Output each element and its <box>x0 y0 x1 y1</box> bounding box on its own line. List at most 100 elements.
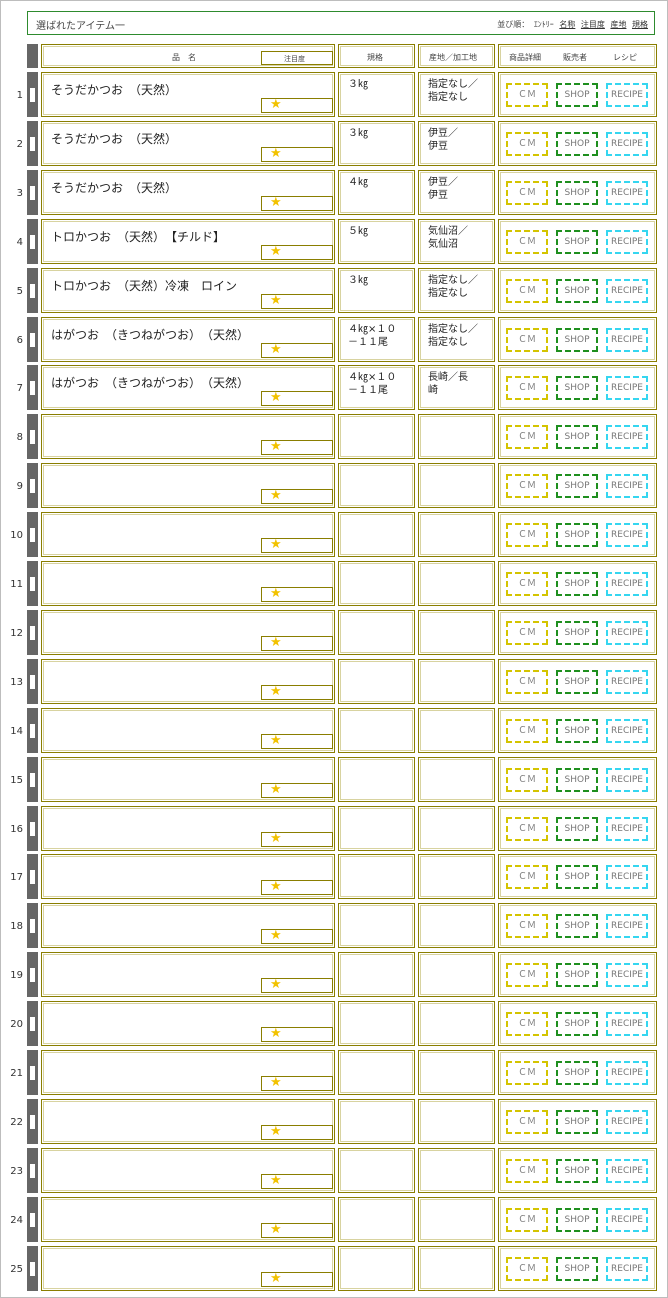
shop-button[interactable]: SHOP <box>556 83 598 107</box>
shop-button[interactable]: SHOP <box>556 523 598 547</box>
row-drag-handle[interactable] <box>27 317 38 362</box>
recipe-button[interactable]: RECIPE <box>606 279 648 303</box>
row-drag-handle[interactable] <box>27 659 38 704</box>
recipe-button[interactable]: RECIPE <box>606 621 648 645</box>
attention-rating[interactable]: ★ <box>261 439 333 455</box>
attention-rating[interactable]: ★ <box>261 635 333 651</box>
cm-button[interactable]: ＣＭ <box>506 670 548 694</box>
cm-button[interactable]: ＣＭ <box>506 83 548 107</box>
shop-button[interactable]: SHOP <box>556 963 598 987</box>
attention-rating[interactable]: ★ <box>261 293 333 309</box>
sort-by-name-link[interactable]: 名称 <box>559 20 575 29</box>
shop-button[interactable]: SHOP <box>556 279 598 303</box>
cm-button[interactable]: ＣＭ <box>506 376 548 400</box>
shop-button[interactable]: SHOP <box>556 425 598 449</box>
cm-button[interactable]: ＣＭ <box>506 768 548 792</box>
recipe-button[interactable]: RECIPE <box>606 1257 648 1281</box>
attention-rating[interactable]: ★ <box>261 244 333 260</box>
row-drag-handle[interactable] <box>27 1050 38 1095</box>
shop-button[interactable]: SHOP <box>556 132 598 156</box>
shop-button[interactable]: SHOP <box>556 817 598 841</box>
shop-button[interactable]: SHOP <box>556 1159 598 1183</box>
shop-button[interactable]: SHOP <box>556 670 598 694</box>
shop-button[interactable]: SHOP <box>556 474 598 498</box>
sort-by-attention-link[interactable]: 注目度 <box>581 20 605 29</box>
recipe-button[interactable]: RECIPE <box>606 963 648 987</box>
row-drag-handle[interactable] <box>27 463 38 508</box>
shop-button[interactable]: SHOP <box>556 719 598 743</box>
attention-rating[interactable]: ★ <box>261 831 333 847</box>
row-drag-handle[interactable] <box>27 512 38 557</box>
row-drag-handle[interactable] <box>27 170 38 215</box>
recipe-button[interactable]: RECIPE <box>606 474 648 498</box>
sort-by-spec-link[interactable]: 規格 <box>632 20 648 29</box>
row-drag-handle[interactable] <box>27 1148 38 1193</box>
cm-button[interactable]: ＣＭ <box>506 279 548 303</box>
recipe-button[interactable]: RECIPE <box>606 181 648 205</box>
shop-button[interactable]: SHOP <box>556 768 598 792</box>
shop-button[interactable]: SHOP <box>556 914 598 938</box>
attention-rating[interactable]: ★ <box>261 1075 333 1091</box>
row-drag-handle[interactable] <box>27 72 38 117</box>
cm-button[interactable]: ＣＭ <box>506 1110 548 1134</box>
row-drag-handle[interactable] <box>27 708 38 753</box>
cm-button[interactable]: ＣＭ <box>506 474 548 498</box>
cm-button[interactable]: ＣＭ <box>506 230 548 254</box>
cm-button[interactable]: ＣＭ <box>506 621 548 645</box>
row-drag-handle[interactable] <box>27 1001 38 1046</box>
cm-button[interactable]: ＣＭ <box>506 132 548 156</box>
shop-button[interactable]: SHOP <box>556 328 598 352</box>
row-drag-handle[interactable] <box>27 757 38 802</box>
recipe-button[interactable]: RECIPE <box>606 523 648 547</box>
recipe-button[interactable]: RECIPE <box>606 376 648 400</box>
attention-rating[interactable]: ★ <box>261 1222 333 1238</box>
shop-button[interactable]: SHOP <box>556 621 598 645</box>
recipe-button[interactable]: RECIPE <box>606 1159 648 1183</box>
cm-button[interactable]: ＣＭ <box>506 1257 548 1281</box>
row-drag-handle[interactable] <box>27 365 38 410</box>
attention-rating[interactable]: ★ <box>261 586 333 602</box>
attention-rating[interactable]: ★ <box>261 390 333 406</box>
cm-button[interactable]: ＣＭ <box>506 1061 548 1085</box>
recipe-button[interactable]: RECIPE <box>606 425 648 449</box>
attention-rating[interactable]: ★ <box>261 1124 333 1140</box>
cm-button[interactable]: ＣＭ <box>506 572 548 596</box>
shop-button[interactable]: SHOP <box>556 1110 598 1134</box>
recipe-button[interactable]: RECIPE <box>606 1061 648 1085</box>
attention-rating[interactable]: ★ <box>261 195 333 211</box>
row-drag-handle[interactable] <box>27 219 38 264</box>
sort-by-origin-link[interactable]: 産地 <box>610 20 626 29</box>
attention-rating[interactable]: ★ <box>261 977 333 993</box>
cm-button[interactable]: ＣＭ <box>506 865 548 889</box>
row-drag-handle[interactable] <box>27 1197 38 1242</box>
recipe-button[interactable]: RECIPE <box>606 132 648 156</box>
recipe-button[interactable]: RECIPE <box>606 719 648 743</box>
attention-rating[interactable]: ★ <box>261 537 333 553</box>
cm-button[interactable]: ＣＭ <box>506 1208 548 1232</box>
row-drag-handle[interactable] <box>27 952 38 997</box>
shop-button[interactable]: SHOP <box>556 1012 598 1036</box>
attention-rating[interactable]: ★ <box>261 928 333 944</box>
attention-rating[interactable]: ★ <box>261 1026 333 1042</box>
shop-button[interactable]: SHOP <box>556 181 598 205</box>
row-drag-handle[interactable] <box>27 561 38 606</box>
shop-button[interactable]: SHOP <box>556 1061 598 1085</box>
row-drag-handle[interactable] <box>27 1099 38 1144</box>
cm-button[interactable]: ＣＭ <box>506 181 548 205</box>
row-drag-handle[interactable] <box>27 121 38 166</box>
attention-rating[interactable]: ★ <box>261 1173 333 1189</box>
recipe-button[interactable]: RECIPE <box>606 83 648 107</box>
recipe-button[interactable]: RECIPE <box>606 328 648 352</box>
row-drag-handle[interactable] <box>27 414 38 459</box>
attention-rating[interactable]: ★ <box>261 146 333 162</box>
cm-button[interactable]: ＣＭ <box>506 425 548 449</box>
recipe-button[interactable]: RECIPE <box>606 670 648 694</box>
row-drag-handle[interactable] <box>27 268 38 313</box>
attention-rating[interactable]: ★ <box>261 97 333 113</box>
attention-rating[interactable]: ★ <box>261 733 333 749</box>
cm-button[interactable]: ＣＭ <box>506 1012 548 1036</box>
shop-button[interactable]: SHOP <box>556 865 598 889</box>
cm-button[interactable]: ＣＭ <box>506 719 548 743</box>
recipe-button[interactable]: RECIPE <box>606 572 648 596</box>
row-drag-handle[interactable] <box>27 854 38 899</box>
